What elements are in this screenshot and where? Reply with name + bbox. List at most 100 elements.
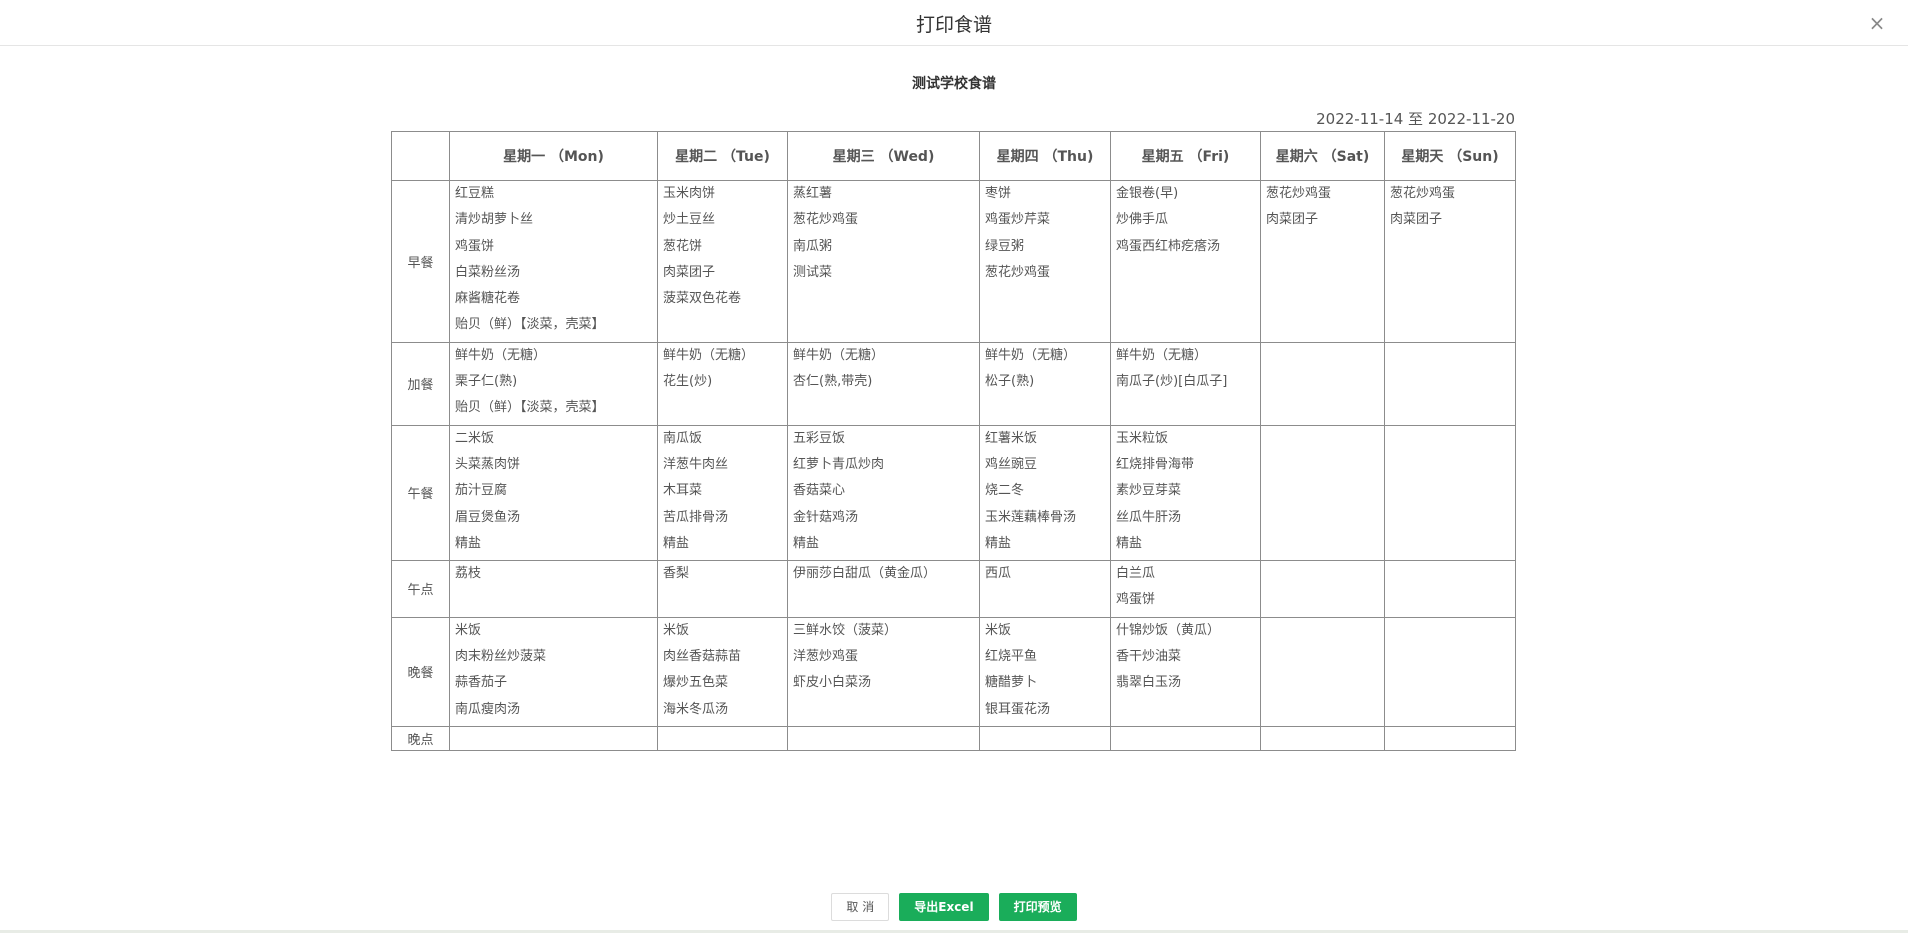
print-menu-dialog: 打印食谱 × 测试学校食谱 2022-11-14 至 2022-11-20 星期… (0, 0, 1908, 933)
menu-cell (1260, 616, 1385, 727)
print-preview-button[interactable]: 打印预览 (998, 893, 1077, 921)
meal-label: 早餐 (391, 180, 450, 343)
dish-item: 肉菜团子 (1390, 212, 1443, 228)
dish-item: 三鲜水饺（菠菜） (793, 622, 898, 638)
dish-item: 肉菜团子 (663, 264, 716, 280)
dish-item: 白菜粉丝汤 (455, 264, 521, 280)
menu-cell: 葱花炒鸡蛋 肉菜团子 (1384, 180, 1516, 343)
dish-item: 肉菜团子 (1266, 212, 1319, 228)
dish-item: 枣饼 (985, 186, 1012, 201)
menu-cell (1260, 725, 1385, 751)
dish-item: 炒土豆丝 (663, 212, 716, 228)
menu-cell (1260, 424, 1385, 562)
menu-cell: 鲜牛奶（无糖） 杏仁(熟,带壳) (787, 341, 980, 426)
menu-cell: 蒸红薯 葱花炒鸡蛋 南瓜粥 测试菜 (787, 180, 980, 343)
dish-item: 金银卷(早) (1116, 186, 1179, 201)
dialog-footer: 取 消 导出Excel 打印预览 (0, 893, 1908, 921)
menu-cell: 金银卷(早) 炒佛手瓜 鸡蛋西红柿疙瘩汤 (1110, 180, 1261, 343)
dish-item: 苦瓜排骨汤 (663, 509, 729, 525)
menu-cell: 三鲜水饺（菠菜） 洋葱炒鸡蛋虾皮小白菜汤 (787, 616, 980, 727)
date-range: 2022-11-14 至 2022-11-20 (1316, 110, 1515, 128)
dish-item: 精盐 (663, 535, 690, 551)
dish-item: 烧二冬 (985, 483, 1025, 499)
dish-item: 米饭 (985, 622, 1012, 638)
dish-item: 香菇菜心 (793, 483, 846, 499)
dish-item: 红薯米饭 (985, 430, 1038, 446)
dish-item: 绿豆粥 (985, 238, 1025, 254)
dish-item: 糖醋萝卜 (985, 675, 1038, 691)
dish-item: 精盐 (1116, 535, 1143, 551)
meal-label: 午餐 (391, 424, 450, 562)
dish-item: 花生(炒) (663, 374, 713, 390)
menu-cell: 米饭 肉末粉丝炒菠菜 蒜香茄子 南瓜瘦肉汤 (449, 616, 658, 727)
dish-item: 爆炒五色菜 (663, 675, 729, 691)
close-icon[interactable]: × (1866, 12, 1888, 34)
dish-item: 麻酱糖花卷 (455, 291, 521, 307)
menu-cell: 红薯米饭 鸡丝豌豆 烧二冬 玉米莲藕棒骨汤 精盐 (979, 424, 1111, 562)
menu-cell (787, 725, 980, 751)
header-cell-sat: 星期六 （Sat) (1260, 131, 1385, 181)
menu-cell (1260, 341, 1385, 426)
dish-item: 头菜蒸肉饼 (455, 456, 521, 472)
menu-cell: 鲜牛奶（无糖） 花生(炒) (657, 341, 788, 426)
menu-cell (1260, 560, 1385, 618)
menu-cell: 白兰瓜 鸡蛋饼 (1110, 560, 1261, 618)
dish-item: 虾皮小白菜汤 (793, 675, 872, 691)
table-row: 晚点 (391, 725, 1516, 751)
print-title: 测试学校食谱 (912, 76, 996, 92)
meal-label: 午点 (391, 560, 450, 618)
cancel-button[interactable]: 取 消 (831, 893, 890, 921)
export-excel-button[interactable]: 导出Excel (899, 893, 989, 921)
menu-cell: 玉米肉饼 炒土豆丝 葱花饼 肉菜团子 菠菜双色花卷 (657, 180, 788, 343)
dish-item: 葱花炒鸡蛋 (1266, 186, 1332, 201)
dish-item: 洋葱炒鸡蛋 (793, 649, 859, 665)
menu-cell (1384, 560, 1516, 618)
dish-item: 白兰瓜 (1116, 566, 1156, 582)
dish-item: 鸡蛋炒芹菜 (985, 212, 1051, 228)
table-header-row: 星期一 （Mon) 星期二 （Tue) 星期三 （Wed) 星期四 （Thu) … (391, 131, 1516, 181)
menu-cell: 鲜牛奶（无糖） 南瓜子(炒)[白瓜子] (1110, 341, 1261, 426)
dish-item: 荔枝 (455, 566, 482, 582)
dish-item: 精盐 (793, 535, 820, 551)
dish-item: 玉米粒饭 (1116, 430, 1169, 446)
meal-label: 加餐 (391, 341, 450, 426)
dish-item: 南瓜瘦肉汤 (455, 701, 521, 717)
header-cell-sun: 星期天 （Sun) (1384, 131, 1516, 181)
menu-cell: 南瓜饭 洋葱牛肉丝 木耳菜 苦瓜排骨汤 精盐 (657, 424, 788, 562)
menu-cell: 二米饭 头菜蒸肉饼 茄汁豆腐 眉豆煲鱼汤 精盐 (449, 424, 658, 562)
dish-item: 南瓜饭 (663, 430, 703, 446)
dish-item: 木耳菜 (663, 483, 703, 499)
dish-item: 清炒胡萝卜丝 (455, 212, 534, 228)
dish-item: 贻贝（鲜）【淡菜，壳菜】 (455, 317, 605, 333)
dish-item: 五彩豆饭 (793, 430, 846, 446)
dish-item: 鸡蛋饼 (1116, 592, 1156, 608)
dish-item: 茄汁豆腐 (455, 483, 508, 499)
menu-cell (657, 725, 788, 751)
menu-cell: 枣饼 鸡蛋炒芹菜 绿豆粥 葱花炒鸡蛋 (979, 180, 1111, 343)
dish-item: 红烧排骨海带 (1116, 456, 1195, 472)
dish-item: 葱花饼 (663, 238, 703, 254)
dish-item: 香干炒油菜 (1116, 649, 1182, 665)
dish-item: 鲜牛奶（无糖） (1116, 347, 1208, 363)
dish-item: 鸡蛋西红柿疙瘩汤 (1116, 238, 1221, 254)
dish-item: 丝瓜牛肝汤 (1116, 509, 1182, 525)
menu-cell: 什锦炒饭（黄瓜） 香干炒油菜 翡翠白玉汤 (1110, 616, 1261, 727)
dish-item: 翡翠白玉汤 (1116, 675, 1182, 691)
dish-item: 二米饭 (455, 430, 495, 446)
dish-item: 鲜牛奶（无糖） (455, 347, 547, 363)
table-row: 早餐 红豆糕 清炒胡萝卜丝 鸡蛋饼 白菜粉丝汤 麻酱糖花卷 贻贝（鲜）【淡菜，壳菜】 玉米肉饼… (391, 180, 1516, 343)
dish-item: 素炒豆芽菜 (1116, 483, 1182, 499)
meal-label: 晚餐 (391, 616, 450, 727)
menu-cell (1110, 725, 1261, 751)
menu-cell (1384, 725, 1516, 751)
dish-item: 金针菇鸡汤 (793, 509, 859, 525)
dish-item: 栗子仁(熟) (455, 374, 518, 390)
dish-item: 蒜香茄子 (455, 675, 508, 691)
menu-cell: 葱花炒鸡蛋 肉菜团子 (1260, 180, 1385, 343)
menu-cell: 伊丽莎白甜瓜（黄金瓜） (787, 560, 980, 618)
dish-item: 米饭 (455, 622, 482, 638)
header-cell-corner (391, 131, 450, 181)
dialog-header: 打印食谱 × (0, 0, 1908, 46)
menu-cell (449, 725, 658, 751)
dish-item: 红萝卜青瓜炒肉 (793, 456, 885, 472)
